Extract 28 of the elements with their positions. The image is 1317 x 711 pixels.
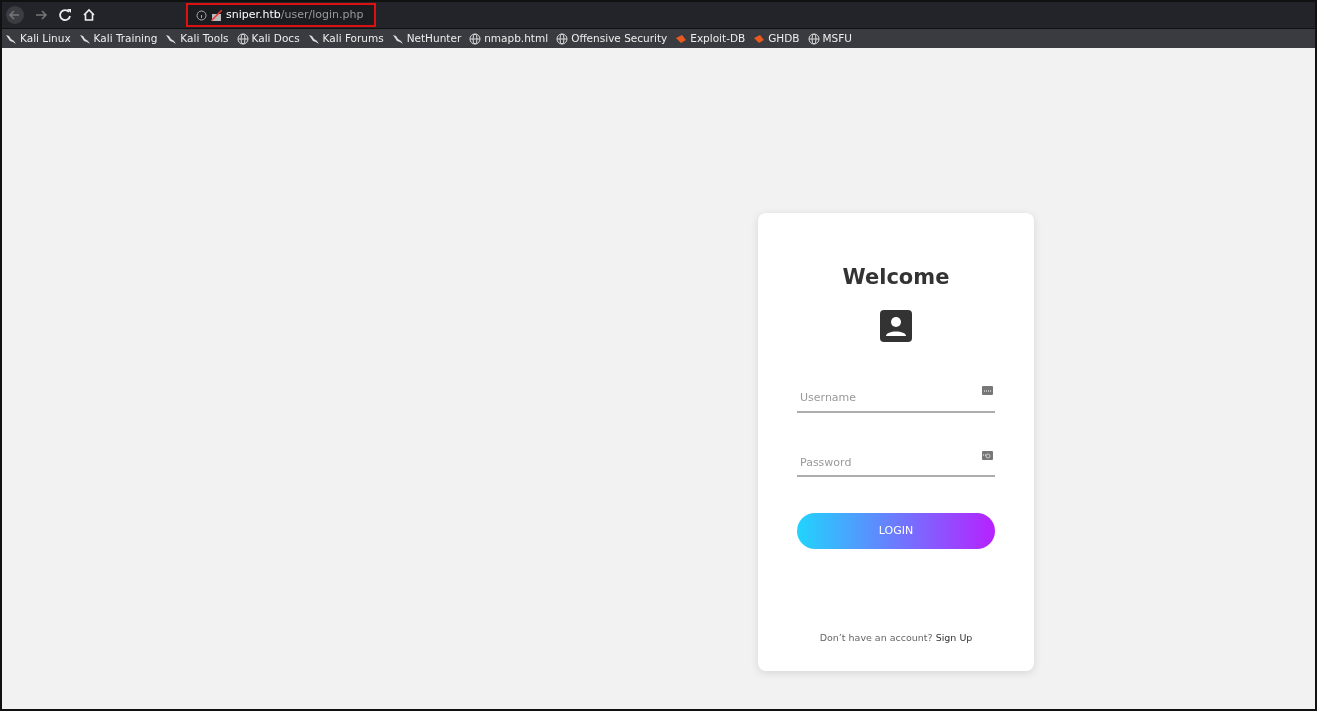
forward-arrow-icon[interactable]	[34, 8, 48, 22]
bookmark-link[interactable]: NetHunter	[406, 30, 462, 47]
url-path: /user/login.php	[280, 7, 364, 21]
address-bar[interactable]: sniper.htb/user/login.php	[186, 3, 376, 27]
bookmark-link[interactable]: MSFU	[822, 30, 852, 47]
globe-icon	[236, 32, 249, 45]
globe-icon	[556, 32, 569, 45]
bookmark-link[interactable]: Exploit-DB	[690, 30, 746, 47]
globe-icon	[807, 32, 820, 45]
signup-prompt: Don’t have an account? Sign Up	[819, 631, 973, 646]
info-icon	[196, 9, 207, 21]
bookmark-link[interactable]: Kali Training	[93, 30, 158, 47]
signup-link[interactable]: Sign Up	[935, 632, 973, 644]
user-profile-icon	[880, 310, 912, 343]
welcome-heading: Welcome	[842, 265, 950, 291]
bookmark-link[interactable]: nmapb.html	[484, 30, 549, 47]
home-icon[interactable]	[82, 8, 96, 22]
bookmark-link[interactable]: Offensive Security	[571, 30, 668, 47]
bookmark-link[interactable]: Kali Docs	[251, 30, 300, 47]
bookmark-link[interactable]: GHDB	[768, 30, 800, 47]
url-host: sniper.htb	[226, 7, 281, 21]
reload-icon[interactable]	[58, 8, 72, 22]
keyboard-icon	[982, 386, 993, 396]
bookmark-link[interactable]: Kali Forums	[322, 30, 384, 47]
login-button[interactable]: LOGIN	[797, 513, 995, 550]
globe-icon	[469, 32, 482, 45]
bookmark-link[interactable]: Kali Tools	[180, 30, 229, 47]
bookmark-link[interactable]: Kali Linux	[20, 30, 71, 47]
